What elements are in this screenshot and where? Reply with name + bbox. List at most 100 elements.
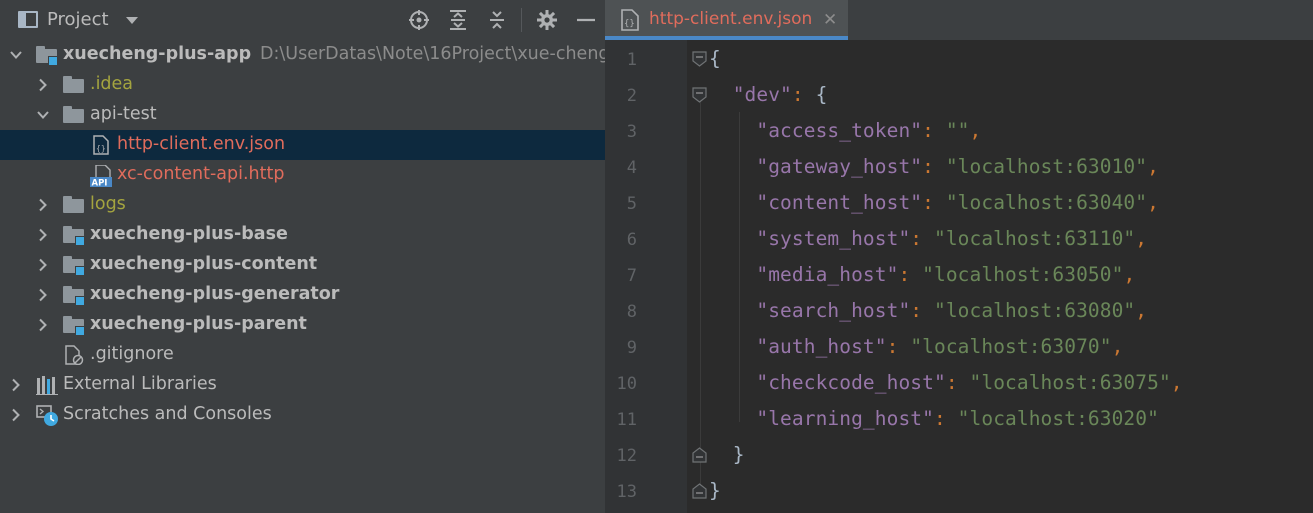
code-token: : [933, 407, 958, 430]
fold-collapse-icon[interactable] [692, 51, 707, 67]
tree-item-logs[interactable]: logs [0, 190, 605, 220]
module-folder-icon [63, 315, 85, 336]
fold-collapse-icon[interactable] [692, 87, 707, 103]
editor-tab-bar: {} http-client.env.json ✕ [605, 0, 1313, 40]
tree-item-label: .idea [90, 74, 134, 94]
code-line: "access_token": "", [709, 119, 981, 142]
editor-gutter: 1 2 3 4 5 6 7 8 9 10 11 12 13 [605, 40, 687, 513]
chevron-down-icon[interactable] [10, 48, 22, 62]
code-token: "localhost:63050" [922, 263, 1124, 286]
module-folder-icon [63, 285, 85, 306]
code-token: "gateway_host" [756, 155, 923, 178]
tab-http-client-env-json[interactable]: {} http-client.env.json ✕ [605, 0, 848, 40]
tree-item-gitignore[interactable]: .gitignore [0, 340, 605, 370]
close-icon[interactable]: ✕ [823, 10, 837, 30]
code-line: "content_host": "localhost:63040", [709, 191, 1159, 214]
tree-item-label: xuecheng-plus-parent [90, 314, 307, 334]
tree-item-external-libraries[interactable]: External Libraries [0, 370, 605, 400]
gear-icon[interactable] [536, 9, 558, 31]
code-token: { [709, 47, 721, 70]
chevron-right-icon[interactable] [10, 408, 22, 422]
line-number: 7 [626, 266, 637, 286]
tree-item-label: xuecheng-plus-content [90, 254, 318, 274]
json-file-icon: {} [621, 9, 639, 31]
line-number: 11 [616, 410, 637, 430]
code-token: , [1147, 191, 1159, 214]
project-panel-title[interactable]: Project [47, 9, 109, 30]
collapse-all-icon[interactable] [486, 9, 508, 31]
code-token: "" [945, 119, 970, 142]
fold-end-icon[interactable] [692, 447, 707, 463]
chevron-right-icon[interactable] [37, 318, 49, 332]
code-line: "dev": { [709, 83, 828, 106]
code-token: : [922, 155, 946, 178]
code-token: "checkcode_host" [756, 371, 946, 394]
code-token: "media_host" [756, 263, 899, 286]
line-number: 5 [626, 194, 637, 214]
code-token: , [1135, 227, 1148, 250]
chevron-right-icon[interactable] [37, 198, 49, 212]
expand-all-icon[interactable] [447, 9, 469, 31]
code-token: { [815, 83, 828, 106]
scratches-icon [36, 405, 58, 426]
fold-end-icon[interactable] [692, 483, 707, 499]
folder-icon [63, 195, 85, 215]
project-panel-header: Project [0, 0, 605, 40]
code-token: } [732, 443, 745, 466]
tree-item-label: xc-content-api.http [117, 164, 285, 184]
indent-guide [700, 96, 701, 496]
locate-icon[interactable] [408, 9, 430, 31]
tab-label: http-client.env.json [649, 9, 813, 29]
tree-item-scratches-and-consoles[interactable]: Scratches and Consoles [0, 400, 605, 430]
code-token: } [709, 479, 721, 502]
chevron-right-icon[interactable] [37, 228, 49, 242]
code-token: : [898, 263, 923, 286]
chevron-right-icon[interactable] [10, 378, 22, 392]
folder-icon [63, 105, 85, 125]
code-token: : [910, 227, 934, 250]
tree-item-xuecheng-plus-base[interactable]: xuecheng-plus-base [0, 220, 605, 250]
code-token: , [1111, 335, 1124, 358]
tree-item-xuecheng-plus-content[interactable]: xuecheng-plus-content [0, 250, 605, 280]
code-token: , [1135, 299, 1148, 322]
code-line: "search_host": "localhost:63080", [709, 299, 1147, 322]
module-folder-icon [36, 45, 58, 66]
minimize-icon[interactable] [575, 9, 597, 31]
code-token: "search_host" [756, 299, 911, 322]
tree-item-label: xuecheng-plus-base [90, 224, 288, 244]
tree-item-http-client-env-json[interactable]: {} http-client.env.json [0, 130, 605, 160]
json-file-icon: {} [90, 135, 112, 155]
tree-item-label: xuecheng-plus-app [63, 44, 252, 64]
chevron-right-icon[interactable] [37, 288, 49, 302]
svg-text:{}: {} [96, 144, 106, 153]
line-number: 12 [616, 446, 637, 466]
code-line: } [709, 443, 745, 466]
tree-item-api-test[interactable]: api-test [0, 100, 605, 130]
chevron-down-icon[interactable] [37, 108, 49, 122]
code-token: "localhost:63110" [933, 227, 1136, 250]
tree-item-idea[interactable]: .idea [0, 70, 605, 100]
code-token: "auth_host" [756, 335, 887, 358]
tree-item-xuecheng-plus-generator[interactable]: xuecheng-plus-generator [0, 280, 605, 310]
code-area[interactable]: { "dev": { "access_token": "", "gateway_… [687, 40, 1313, 513]
code-token: : [945, 371, 970, 394]
chevron-down-icon[interactable] [126, 17, 138, 24]
tree-item-path-hint: D:\UserDatas\Note\16Project\xue-cheng- [260, 44, 605, 64]
tree-item-xc-content-api-http[interactable]: API xc-content-api.http [0, 160, 605, 190]
libraries-icon [36, 375, 58, 395]
chevron-right-icon[interactable] [37, 258, 49, 272]
code-token: : [922, 191, 946, 214]
tree-item-label: Scratches and Consoles [63, 404, 272, 424]
code-token: : [886, 335, 911, 358]
tree-item-xuecheng-plus-parent[interactable]: xuecheng-plus-parent [0, 310, 605, 340]
tree-item-xuecheng-plus-app[interactable]: xuecheng-plus-app D:\UserDatas\Note\16Pro… [0, 40, 605, 70]
svg-text:API: API [92, 179, 108, 188]
chevron-right-icon[interactable] [37, 78, 49, 92]
